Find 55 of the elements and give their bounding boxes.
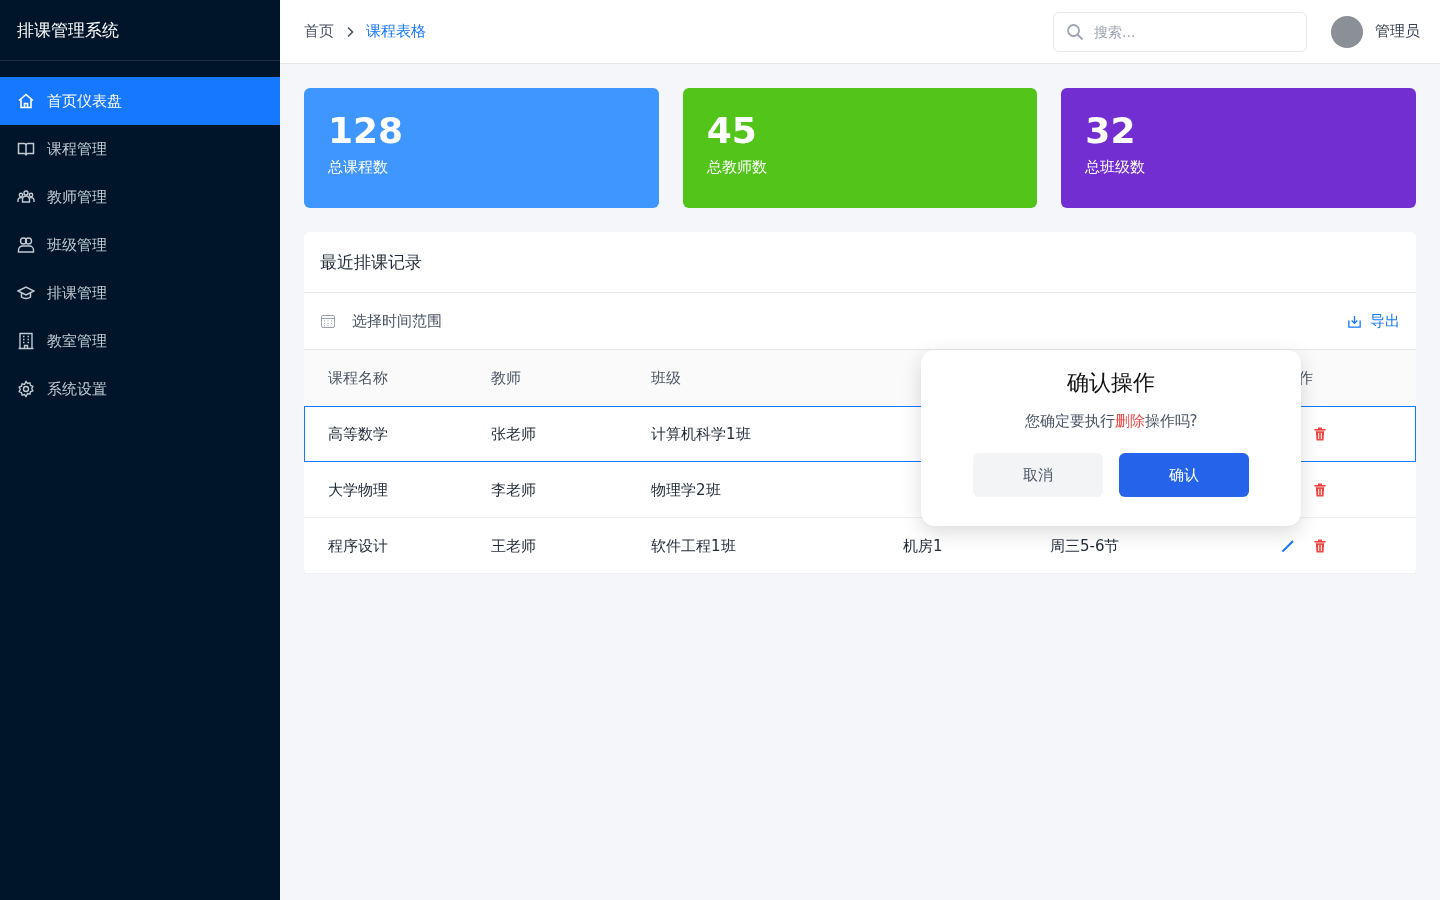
export-button[interactable]: 导出 bbox=[1347, 311, 1400, 331]
breadcrumb-item[interactable]: 首页 bbox=[304, 22, 334, 41]
stat-label: 总教师数 bbox=[706, 158, 768, 177]
confirm-button[interactable]: 确认 bbox=[1119, 453, 1249, 497]
search-icon bbox=[1066, 22, 1084, 41]
sidebar-item[interactable]: 教室管理 bbox=[0, 317, 280, 365]
column-header: 教师 bbox=[491, 368, 522, 388]
building-icon bbox=[17, 332, 35, 350]
sidebar-item[interactable]: 排课管理 bbox=[0, 269, 280, 317]
stat-value: 128 bbox=[328, 109, 405, 153]
sidebar-item[interactable]: 首页仪表盘 bbox=[0, 77, 280, 125]
home-icon bbox=[17, 92, 35, 110]
graduation-cap-icon bbox=[17, 284, 35, 302]
stat-label: 总班级数 bbox=[1085, 158, 1147, 177]
table-cell-text: 程序设计 bbox=[327, 536, 389, 556]
table-cell-text: 周三5-6节 bbox=[1050, 536, 1121, 556]
breadcrumb-item[interactable]: 课程表格 bbox=[366, 22, 426, 41]
table-cell-text: 机房1 bbox=[903, 536, 944, 556]
table-cell-text: 计算机科学1班 bbox=[651, 424, 752, 444]
cancel-button[interactable]: 取消 bbox=[973, 453, 1103, 497]
table-cell-text: 张老师 bbox=[491, 424, 537, 444]
sidebar-item[interactable]: 教师管理 bbox=[0, 173, 280, 221]
search-input[interactable]: 搜索... bbox=[1092, 22, 1294, 41]
table-cell-text: 软件工程1班 bbox=[651, 536, 737, 556]
users-icon bbox=[17, 188, 35, 206]
table-cell-text: 大学物理 bbox=[327, 480, 389, 500]
users-icon bbox=[17, 236, 35, 254]
stat-value: 32 bbox=[1085, 109, 1137, 153]
date-range-picker[interactable]: 选择时间范围 bbox=[320, 311, 442, 331]
column-header: 班级 bbox=[651, 368, 682, 388]
book-icon bbox=[17, 140, 35, 158]
trash-icon[interactable] bbox=[1312, 482, 1328, 498]
avatar[interactable] bbox=[1331, 15, 1363, 48]
column-header: 课程名称 bbox=[327, 368, 389, 388]
table-cell-text: 李老师 bbox=[491, 480, 537, 500]
download-icon bbox=[1347, 313, 1362, 329]
calendar-icon bbox=[320, 313, 336, 329]
trash-icon[interactable] bbox=[1312, 538, 1328, 554]
dialog-title: 确认操作 bbox=[1067, 369, 1155, 397]
dialog-message: 您确定要执行删除操作吗? bbox=[1024, 412, 1198, 431]
pencil-icon[interactable] bbox=[1280, 538, 1296, 554]
stat-label: 总课程数 bbox=[328, 158, 389, 177]
card-title: 最近排课记录 bbox=[304, 232, 1416, 293]
table-cell-text: 物理学2班 bbox=[651, 480, 722, 500]
table-cell-text: 王老师 bbox=[491, 536, 537, 556]
trash-icon[interactable] bbox=[1312, 426, 1328, 442]
chevron-right-icon bbox=[346, 25, 354, 38]
sidebar-item[interactable]: 班级管理 bbox=[0, 221, 280, 269]
sidebar-item[interactable]: 系统设置 bbox=[0, 365, 280, 413]
stat-value: 45 bbox=[706, 109, 758, 153]
table-cell-text: 高等数学 bbox=[327, 424, 389, 444]
user-name: 管理员 bbox=[1375, 22, 1420, 41]
sidebar-item[interactable]: 课程管理 bbox=[0, 125, 280, 173]
settings-icon bbox=[17, 380, 35, 398]
search-field[interactable]: 搜索... bbox=[1053, 11, 1307, 52]
